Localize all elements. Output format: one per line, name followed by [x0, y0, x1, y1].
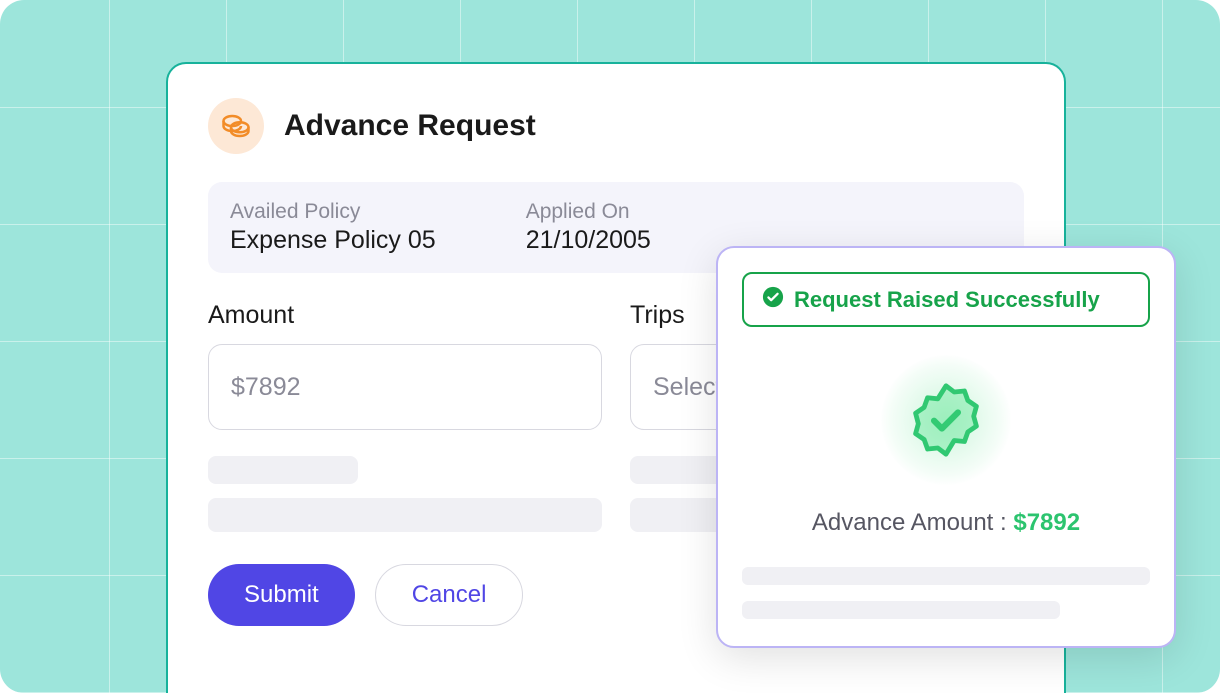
applied-on-info: Applied On 21/10/2005	[526, 200, 651, 255]
submit-button[interactable]: Submit	[208, 564, 355, 626]
check-circle-icon	[762, 286, 784, 313]
coins-icon	[208, 98, 264, 154]
card-header: Advance Request	[208, 98, 1024, 154]
availed-policy-value: Expense Policy 05	[230, 226, 436, 255]
success-banner: Request Raised Successfully	[742, 272, 1150, 327]
advance-amount-line: Advance Amount : $7892	[742, 509, 1150, 537]
skeleton-placeholder	[208, 498, 602, 532]
applied-on-label: Applied On	[526, 200, 651, 224]
advance-amount-label: Advance Amount :	[812, 509, 1013, 536]
skeleton-placeholder	[742, 601, 1060, 619]
amount-input[interactable]: $7892	[208, 344, 602, 430]
cancel-button[interactable]: Cancel	[375, 564, 524, 626]
badge-wrap	[742, 355, 1150, 485]
availed-policy-info: Availed Policy Expense Policy 05	[230, 200, 436, 255]
success-popup: Request Raised Successfully Advance Amou…	[716, 246, 1176, 648]
amount-group: Amount $7892	[208, 301, 602, 430]
skeleton-placeholder	[742, 567, 1150, 585]
skeleton-placeholder	[208, 456, 358, 484]
verified-badge-icon	[881, 355, 1011, 485]
applied-on-value: 21/10/2005	[526, 226, 651, 255]
background: Advance Request Availed Policy Expense P…	[0, 0, 1220, 693]
success-text: Request Raised Successfully	[794, 287, 1100, 313]
card-title: Advance Request	[284, 109, 536, 143]
availed-policy-label: Availed Policy	[230, 200, 436, 224]
advance-amount-value: $7892	[1013, 509, 1080, 536]
amount-label: Amount	[208, 301, 602, 330]
